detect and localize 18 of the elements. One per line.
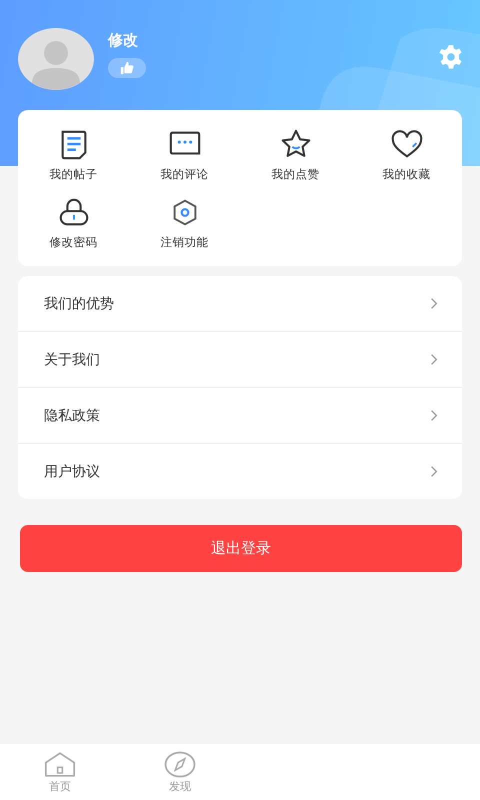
- menu-item[interactable]: 隐私政策: [18, 388, 462, 444]
- shortcut-label[interactable]: 我的评论: [160, 167, 208, 182]
- thumbs-up-icon: [120, 60, 134, 74]
- menu-item[interactable]: 用户协议: [18, 444, 462, 499]
- user-name: 修改: [108, 30, 139, 50]
- chevron-right-icon: [430, 465, 438, 478]
- chevron-right-icon: [430, 297, 438, 310]
- shortcut-label[interactable]: 我的点赞: [272, 167, 320, 182]
- house-icon: [43, 750, 77, 778]
- menu-item[interactable]: 我们的优势: [18, 276, 462, 332]
- shortcut-label[interactable]: 我的收藏: [382, 167, 430, 182]
- menu-item[interactable]: 关于我们: [18, 332, 462, 388]
- shortcut-label[interactable]: 注销功能: [160, 235, 208, 250]
- chevron-right-icon: [430, 409, 438, 422]
- compass-icon: [163, 750, 197, 778]
- shortcut-label[interactable]: 修改密码: [50, 235, 98, 250]
- shortcut-label[interactable]: 我的帖子: [50, 167, 98, 182]
- chevron-right-icon: [430, 353, 438, 366]
